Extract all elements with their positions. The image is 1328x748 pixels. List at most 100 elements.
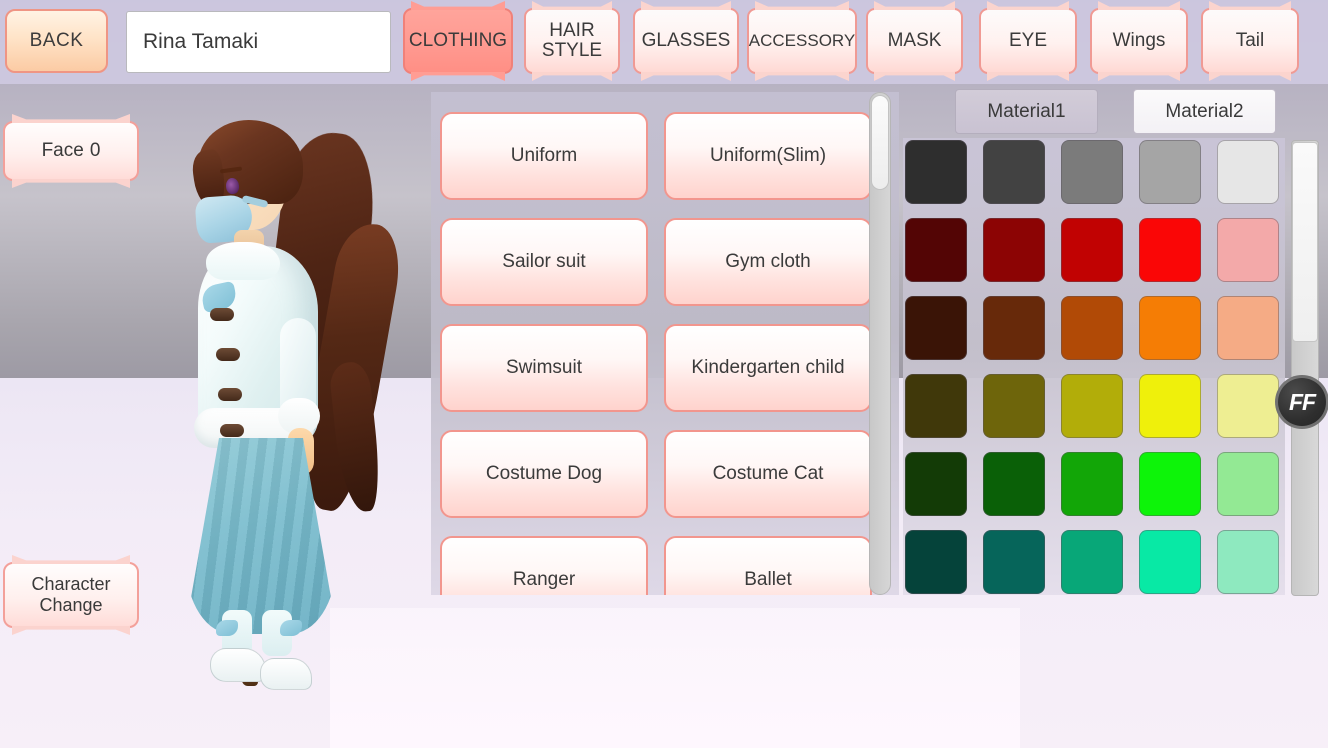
color-swatch[interactable] bbox=[905, 530, 967, 594]
fast-forward-label: FF bbox=[1289, 389, 1315, 416]
clothing-item-grid: Uniform Uniform(Slim) Sailor suitGym cloth… bbox=[440, 112, 872, 595]
tab-hair-style[interactable]: HAIRSTYLE bbox=[524, 8, 620, 74]
ribbon-wing-icon bbox=[411, 72, 505, 81]
tab-glasses[interactable]: GLASSES bbox=[633, 8, 739, 74]
clothing-item-button[interactable]: Kindergarten child bbox=[664, 324, 872, 412]
color-swatch[interactable] bbox=[905, 452, 967, 516]
ribbon-wing-icon bbox=[641, 72, 731, 81]
ribbon-wing-icon bbox=[1209, 1, 1291, 10]
tab-label: EYE bbox=[1009, 31, 1047, 51]
clothing-item-label: Costume Cat bbox=[713, 463, 824, 485]
color-swatch[interactable] bbox=[983, 296, 1045, 360]
color-swatch-grid bbox=[905, 140, 1279, 594]
character-shoe-bow bbox=[280, 620, 302, 636]
color-swatch[interactable] bbox=[1061, 374, 1123, 438]
face-label: Face bbox=[42, 140, 84, 162]
color-swatch[interactable] bbox=[1061, 296, 1123, 360]
color-swatch[interactable] bbox=[1217, 218, 1279, 282]
color-swatch[interactable] bbox=[1217, 374, 1279, 438]
tab-wings[interactable]: Wings bbox=[1090, 8, 1188, 74]
clothing-item-button[interactable]: Ballet bbox=[664, 536, 872, 595]
color-swatch[interactable] bbox=[983, 140, 1045, 204]
clothing-item-button[interactable]: Ranger bbox=[440, 536, 648, 595]
color-swatch[interactable] bbox=[1139, 530, 1201, 594]
tab-material1[interactable]: Material1 bbox=[955, 89, 1098, 134]
color-swatch[interactable] bbox=[983, 452, 1045, 516]
character-coat-toggle bbox=[210, 308, 234, 321]
fast-forward-button[interactable]: FF bbox=[1275, 375, 1328, 429]
color-palette-panel[interactable] bbox=[903, 138, 1285, 595]
clothing-item-button[interactable]: Gym cloth bbox=[664, 218, 872, 306]
tab-clothing[interactable]: CLOTHING bbox=[403, 8, 513, 74]
color-swatch[interactable] bbox=[1061, 140, 1123, 204]
character-change-label: CharacterChange bbox=[31, 574, 110, 615]
character-name-input[interactable] bbox=[126, 11, 391, 73]
ribbon-wing-icon bbox=[1209, 72, 1291, 81]
color-swatch[interactable] bbox=[1061, 452, 1123, 516]
color-swatch[interactable] bbox=[1217, 296, 1279, 360]
back-button-label: BACK bbox=[30, 30, 84, 52]
character-shoe bbox=[260, 658, 312, 690]
ribbon-wing-icon bbox=[411, 1, 505, 10]
ribbon-wing-icon bbox=[874, 72, 955, 81]
color-swatch[interactable] bbox=[905, 374, 967, 438]
color-swatch[interactable] bbox=[1061, 218, 1123, 282]
color-swatch[interactable] bbox=[905, 218, 967, 282]
color-swatch[interactable] bbox=[983, 374, 1045, 438]
color-swatch[interactable] bbox=[905, 140, 967, 204]
clothing-item-button[interactable]: Uniform bbox=[440, 112, 648, 200]
color-swatch[interactable] bbox=[1139, 296, 1201, 360]
clothing-item-label: Ballet bbox=[744, 569, 792, 591]
tab-material2[interactable]: Material2 bbox=[1133, 89, 1276, 134]
clothing-list-scrollbar[interactable] bbox=[869, 92, 891, 595]
color-swatch[interactable] bbox=[1217, 452, 1279, 516]
clothing-list-scroll-thumb[interactable] bbox=[871, 95, 889, 190]
tab-label: HAIRSTYLE bbox=[542, 21, 602, 61]
top-toolbar: BACK CLOTHING HAIRSTYLE GLASSES ACCESSORY MA… bbox=[0, 0, 1328, 84]
tab-label: CLOTHING bbox=[409, 31, 507, 51]
ribbon-wing-icon bbox=[874, 1, 955, 10]
tab-mask[interactable]: MASK bbox=[866, 8, 963, 74]
ribbon-wing-icon bbox=[987, 1, 1069, 10]
color-swatch[interactable] bbox=[983, 218, 1045, 282]
clothing-item-button[interactable]: Uniform(Slim) bbox=[664, 112, 872, 200]
tab-accessory[interactable]: ACCESSORY bbox=[747, 8, 857, 74]
character-coat-collar bbox=[206, 242, 280, 280]
clothing-item-button[interactable]: Costume Dog bbox=[440, 430, 648, 518]
color-palette-scroll-thumb[interactable] bbox=[1292, 142, 1318, 342]
clothing-item-button[interactable]: Costume Cat bbox=[664, 430, 872, 518]
color-swatch[interactable] bbox=[1217, 530, 1279, 594]
tab-eye[interactable]: EYE bbox=[979, 8, 1077, 74]
face-selector-button[interactable]: Face 0 bbox=[3, 121, 139, 181]
tab-material1-label: Material1 bbox=[987, 101, 1065, 123]
character-model[interactable] bbox=[150, 112, 450, 692]
character-change-button[interactable]: CharacterChange bbox=[3, 562, 139, 628]
character-coat-toggle bbox=[220, 424, 244, 437]
clothing-item-label: Uniform(Slim) bbox=[710, 145, 826, 167]
tab-tail[interactable]: Tail bbox=[1201, 8, 1299, 74]
color-swatch[interactable] bbox=[1139, 374, 1201, 438]
clothing-item-label: Ranger bbox=[513, 569, 575, 591]
clothing-item-button[interactable]: Sailor suit bbox=[440, 218, 648, 306]
clothing-item-label: Uniform bbox=[511, 145, 578, 167]
color-swatch[interactable] bbox=[1061, 530, 1123, 594]
clothing-item-button[interactable]: Swimsuit bbox=[440, 324, 648, 412]
back-button[interactable]: BACK bbox=[5, 9, 108, 73]
character-coat-toggle bbox=[216, 348, 240, 361]
face-value: 0 bbox=[90, 140, 101, 162]
color-swatch[interactable] bbox=[1217, 140, 1279, 204]
material-tab-bar: Material1 Material2 bbox=[955, 89, 1305, 135]
ribbon-wing-icon bbox=[532, 72, 612, 81]
clothing-list-panel[interactable]: Uniform Uniform(Slim) Sailor suitGym cloth… bbox=[431, 92, 899, 595]
color-swatch[interactable] bbox=[1139, 452, 1201, 516]
ribbon-wing-icon bbox=[1098, 72, 1180, 81]
color-swatch[interactable] bbox=[1139, 140, 1201, 204]
tab-label: ACCESSORY bbox=[749, 32, 855, 50]
tab-label: Tail bbox=[1236, 31, 1265, 51]
tab-material2-label: Material2 bbox=[1165, 101, 1243, 123]
character-shoe bbox=[210, 648, 266, 682]
color-swatch[interactable] bbox=[1139, 218, 1201, 282]
color-swatch[interactable] bbox=[983, 530, 1045, 594]
ribbon-wing-icon bbox=[987, 72, 1069, 81]
color-swatch[interactable] bbox=[905, 296, 967, 360]
